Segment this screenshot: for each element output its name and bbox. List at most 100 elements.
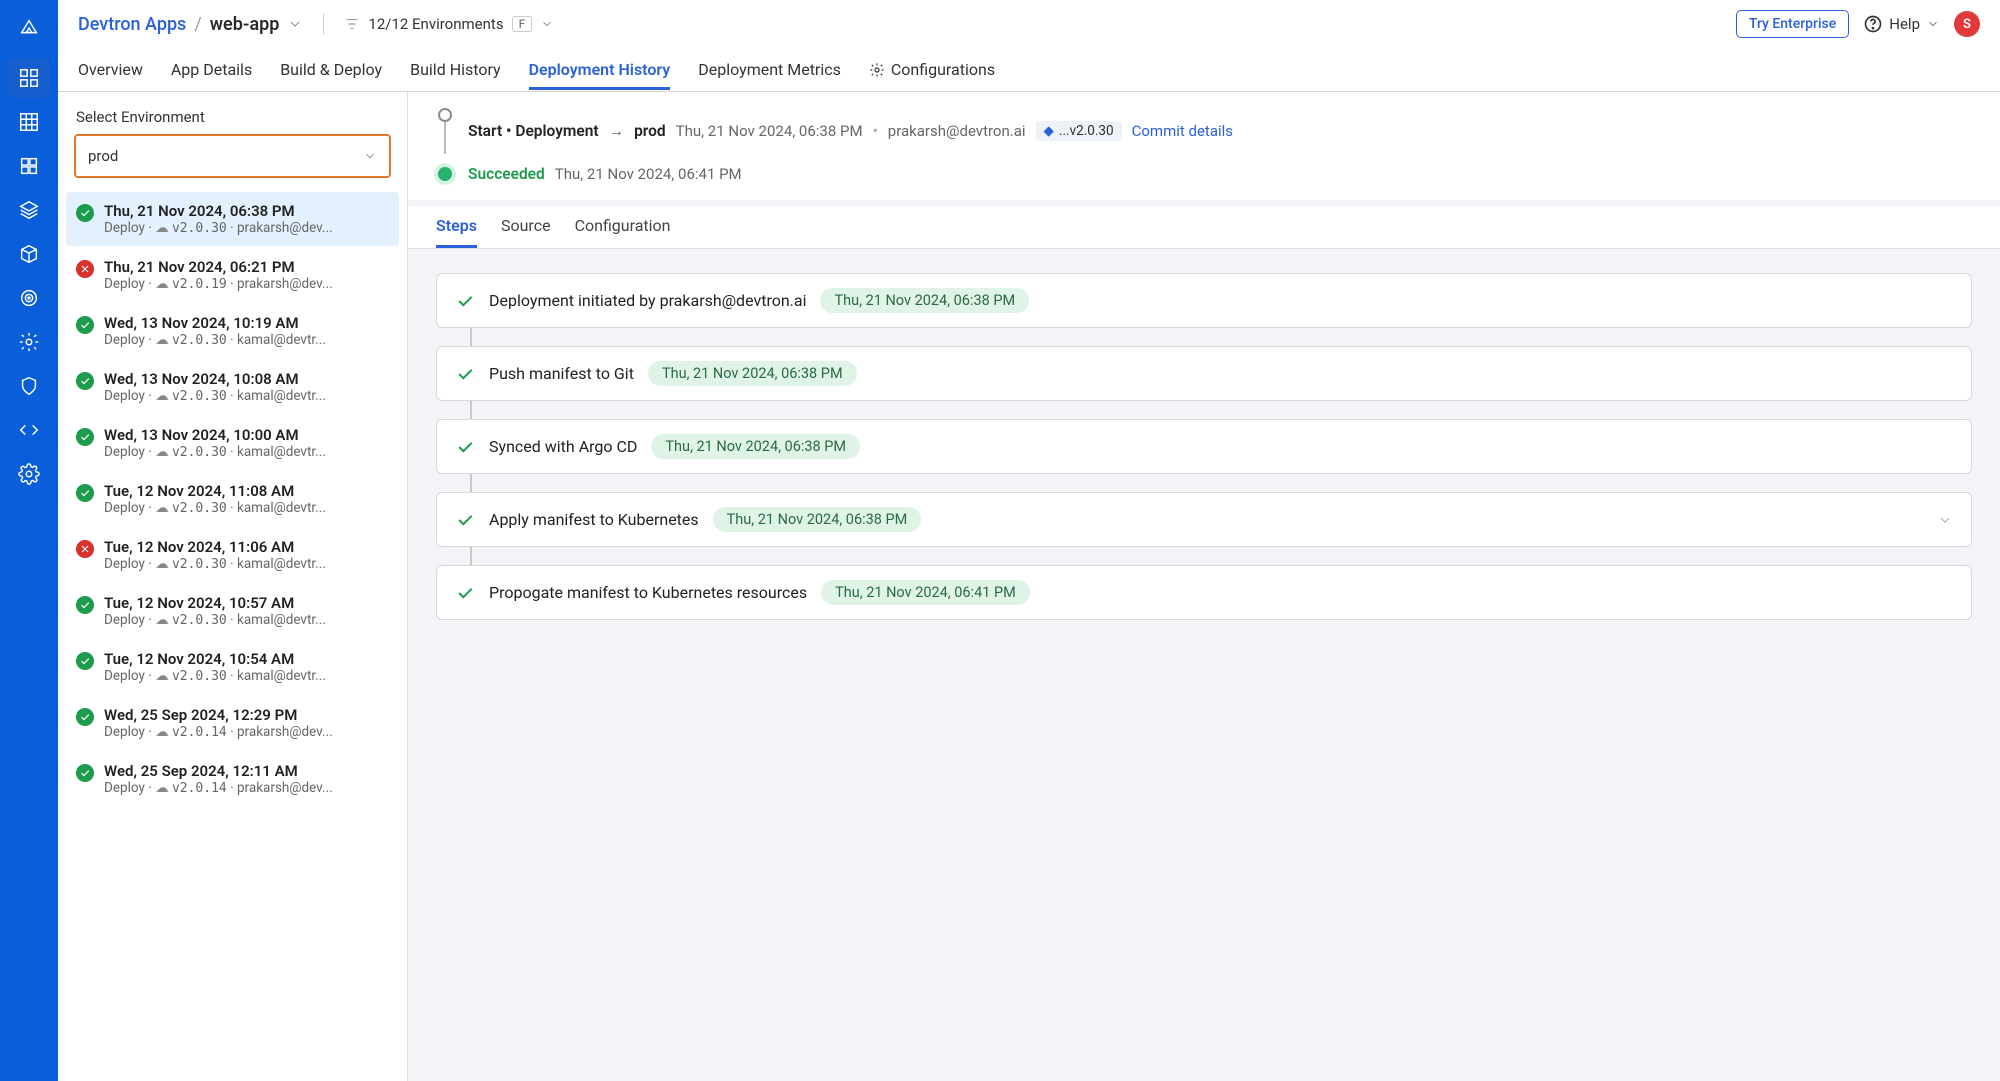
history-item[interactable]: Tue, 12 Nov 2024, 11:06 AMDeploy · ☁ v2.…	[66, 528, 399, 582]
filter-icon	[344, 16, 360, 32]
image-tag-chip[interactable]: ◆ ...v2.0.30	[1036, 121, 1122, 141]
global-nav	[0, 0, 58, 1081]
tab-build-history[interactable]: Build History	[410, 50, 500, 89]
nav-shield-icon[interactable]	[8, 366, 50, 406]
history-date: Thu, 21 Nov 2024, 06:38 PM	[104, 202, 333, 220]
history-item[interactable]: Wed, 13 Nov 2024, 10:19 AMDeploy · ☁ v2.…	[66, 304, 399, 358]
history-meta: Deploy · ☁ v2.0.30 · kamal@devtr...	[104, 444, 326, 460]
history-meta: Deploy · ☁ v2.0.30 · kamal@devtr...	[104, 612, 326, 628]
chevron-down-icon	[1926, 17, 1940, 31]
history-item[interactable]: Thu, 21 Nov 2024, 06:38 PMDeploy · ☁ v2.…	[66, 192, 399, 246]
success-icon	[76, 596, 94, 614]
history-date: Wed, 13 Nov 2024, 10:19 AM	[104, 314, 326, 332]
brand-logo[interactable]	[9, 8, 49, 48]
env-filter[interactable]: 12/12 Environments F	[344, 15, 554, 33]
history-list: Thu, 21 Nov 2024, 06:38 PMDeploy · ☁ v2.…	[58, 192, 407, 1081]
step-ts: Thu, 21 Nov 2024, 06:38 PM	[648, 361, 857, 386]
history-meta: Deploy · ☁ v2.0.14 · prakarsh@dev...	[104, 780, 333, 796]
step-ts: Thu, 21 Nov 2024, 06:41 PM	[821, 580, 1030, 605]
history-item[interactable]: Wed, 25 Sep 2024, 12:29 PMDeploy · ☁ v2.…	[66, 696, 399, 750]
nav-cube-icon[interactable]	[8, 234, 50, 274]
history-item[interactable]: Wed, 13 Nov 2024, 10:08 AMDeploy · ☁ v2.…	[66, 360, 399, 414]
timeline-start-node	[438, 108, 452, 122]
step-ts: Thu, 21 Nov 2024, 06:38 PM	[820, 288, 1029, 313]
step-title: Push manifest to Git	[489, 364, 634, 383]
history-date: Wed, 25 Sep 2024, 12:29 PM	[104, 706, 333, 724]
step-title: Apply manifest to Kubernetes	[489, 510, 699, 529]
env-filter-label: 12/12 Environments	[368, 15, 503, 33]
arrow-icon: →	[609, 122, 625, 141]
history-item[interactable]: Tue, 12 Nov 2024, 11:08 AMDeploy · ☁ v2.…	[66, 472, 399, 526]
step-ts: Thu, 21 Nov 2024, 06:38 PM	[651, 434, 860, 459]
success-icon	[76, 764, 94, 782]
avatar[interactable]: S	[1954, 11, 1980, 37]
tab-overview[interactable]: Overview	[78, 50, 143, 89]
chevron-down-icon[interactable]	[1937, 512, 1953, 528]
docker-icon: ◆	[1044, 123, 1054, 139]
success-icon	[76, 708, 94, 726]
chevron-down-icon[interactable]	[287, 16, 303, 32]
history-item[interactable]: Tue, 12 Nov 2024, 10:57 AMDeploy · ☁ v2.…	[66, 584, 399, 638]
history-meta: Deploy · ☁ v2.0.30 · kamal@devtr...	[104, 388, 326, 404]
check-icon	[455, 437, 475, 457]
step-card: Push manifest to Git Thu, 21 Nov 2024, 06…	[436, 346, 1972, 401]
nav-code-icon[interactable]	[8, 410, 50, 450]
history-meta: Deploy · ☁ v2.0.30 · kamal@devtr...	[104, 500, 326, 516]
detail-subtabs: Steps Source Configuration	[408, 206, 2000, 249]
step-card[interactable]: Apply manifest to KubernetesThu, 21 Nov …	[436, 492, 1972, 547]
nav-settings-icon[interactable]	[8, 454, 50, 494]
tab-build-deploy[interactable]: Build & Deploy	[280, 50, 382, 89]
success-icon	[76, 372, 94, 390]
tab-deployment-history[interactable]: Deployment History	[529, 50, 671, 89]
subtab-configuration[interactable]: Configuration	[575, 206, 671, 248]
gear-icon	[869, 62, 885, 78]
history-date: Tue, 12 Nov 2024, 11:08 AM	[104, 482, 326, 500]
history-item[interactable]: Wed, 13 Nov 2024, 10:00 AMDeploy · ☁ v2.…	[66, 416, 399, 470]
check-icon	[455, 510, 475, 530]
success-icon	[76, 204, 94, 222]
nav-gear-icon[interactable]	[8, 322, 50, 362]
timeline-start-label: Start • Deployment	[468, 122, 599, 140]
timeline-target: prod	[634, 122, 666, 140]
timeline-end-node	[438, 167, 452, 181]
nav-target-icon[interactable]	[8, 278, 50, 318]
select-env-label: Select Environment	[58, 92, 407, 134]
env-dropdown[interactable]: prod	[74, 134, 391, 178]
tab-deployment-metrics[interactable]: Deployment Metrics	[698, 50, 841, 89]
try-enterprise-button[interactable]: Try Enterprise	[1736, 10, 1849, 38]
history-date: Tue, 12 Nov 2024, 10:54 AM	[104, 650, 326, 668]
history-meta: Deploy · ☁ v2.0.30 · kamal@devtr...	[104, 332, 326, 348]
history-meta: Deploy · ☁ v2.0.19 · prakarsh@dev...	[104, 276, 333, 292]
history-meta: Deploy · ☁ v2.0.14 · prakarsh@dev...	[104, 724, 333, 740]
step-card: Propogate manifest to Kubernetes resourc…	[436, 565, 1972, 620]
subtab-steps[interactable]: Steps	[436, 206, 477, 248]
success-icon	[76, 316, 94, 334]
history-item[interactable]: Thu, 21 Nov 2024, 06:21 PMDeploy · ☁ v2.…	[66, 248, 399, 302]
nav-grid-icon[interactable]	[8, 146, 50, 186]
nav-stack-icon[interactable]	[8, 190, 50, 230]
help-menu[interactable]: Help	[1863, 14, 1940, 34]
tab-app-details[interactable]: App Details	[171, 50, 252, 89]
history-item[interactable]: Wed, 25 Sep 2024, 12:11 AMDeploy · ☁ v2.…	[66, 752, 399, 806]
help-label: Help	[1889, 15, 1920, 33]
check-icon	[455, 364, 475, 384]
breadcrumb-org[interactable]: Devtron Apps	[78, 14, 186, 35]
commit-details-link[interactable]: Commit details	[1132, 122, 1233, 140]
history-meta: Deploy · ☁ v2.0.30 · prakarsh@dev...	[104, 220, 333, 236]
history-meta: Deploy · ☁ v2.0.30 · kamal@devtr...	[104, 556, 326, 572]
nav-charts-icon[interactable]	[8, 102, 50, 142]
history-meta: Deploy · ☁ v2.0.30 · kamal@devtr...	[104, 668, 326, 684]
history-item[interactable]: Tue, 12 Nov 2024, 10:54 AMDeploy · ☁ v2.…	[66, 640, 399, 694]
step-title: Deployment initiated by prakarsh@devtron…	[489, 291, 806, 310]
step-title: Synced with Argo CD	[489, 437, 637, 456]
nav-apps-icon[interactable]	[8, 58, 50, 98]
tab-configurations[interactable]: Configurations	[869, 50, 995, 89]
app-tabs: Overview App Details Build & Deploy Build H…	[58, 48, 2000, 92]
steps-list: Deployment initiated by prakarsh@devtron…	[408, 249, 2000, 644]
breadcrumb-app[interactable]: web-app	[210, 14, 280, 35]
subtab-source[interactable]: Source	[501, 206, 551, 248]
step-card: Deployment initiated by prakarsh@devtron…	[436, 273, 1972, 328]
history-date: Tue, 12 Nov 2024, 10:57 AM	[104, 594, 326, 612]
chevron-down-icon	[363, 149, 377, 163]
timeline-status: Succeeded	[468, 165, 545, 183]
